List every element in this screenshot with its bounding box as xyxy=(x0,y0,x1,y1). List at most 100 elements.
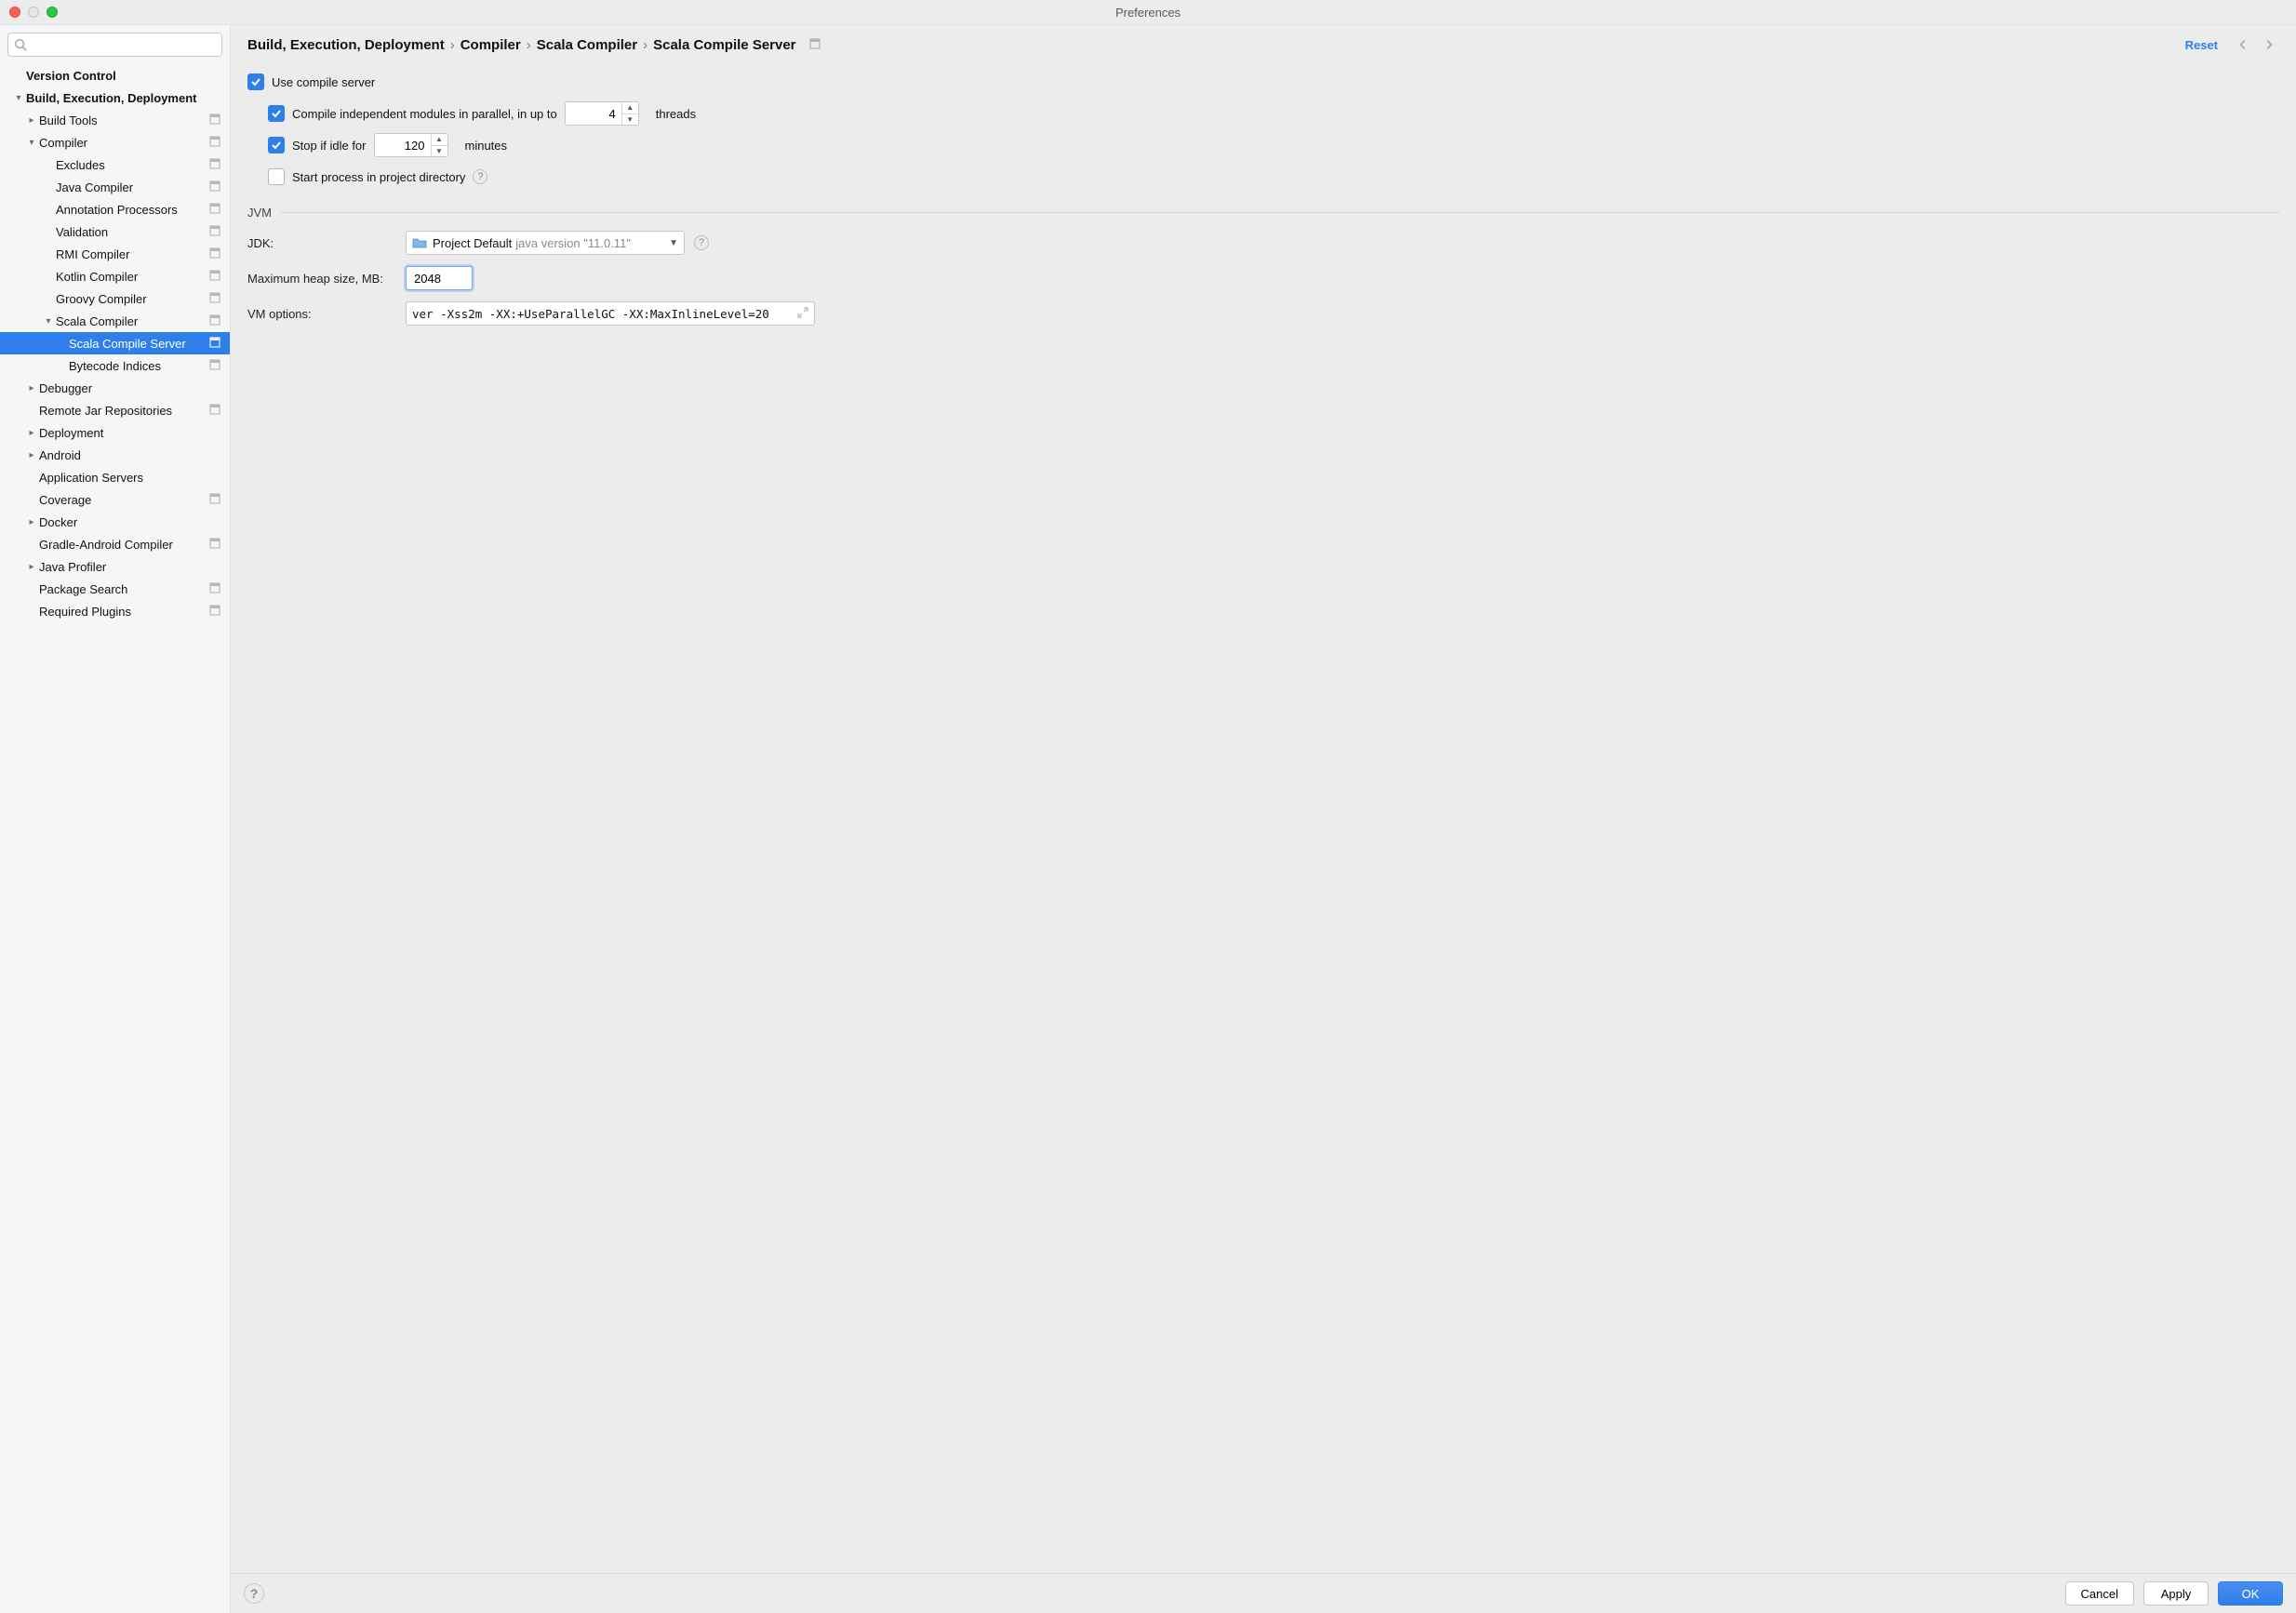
stop-if-idle-checkbox[interactable] xyxy=(268,137,285,153)
heap-label: Maximum heap size, MB: xyxy=(247,272,406,286)
tree-item-rmi-compiler[interactable]: RMI Compiler xyxy=(0,243,230,265)
heap-size-input[interactable] xyxy=(406,266,473,290)
chevron-down-icon[interactable]: ▾ xyxy=(13,92,24,103)
tree-item-build-execution-deployment[interactable]: ▾Build, Execution, Deployment xyxy=(0,87,230,109)
window-close-button[interactable] xyxy=(9,7,20,18)
chevron-right-icon: › xyxy=(450,37,455,53)
compile-parallel-label-prefix: Compile independent modules in parallel,… xyxy=(292,107,557,121)
stepper-down-icon[interactable]: ▼ xyxy=(432,146,447,157)
compile-parallel-threads-input[interactable] xyxy=(566,102,621,125)
chevron-down-icon[interactable]: ▾ xyxy=(43,315,54,327)
breadcrumb-item[interactable]: Scala Compiler xyxy=(537,37,637,53)
tree-item-bytecode-indices[interactable]: Bytecode Indices xyxy=(0,354,230,377)
reset-link[interactable]: Reset xyxy=(2185,38,2218,52)
compile-parallel-checkbox[interactable] xyxy=(268,105,285,122)
tree-item-groovy-compiler[interactable]: Groovy Compiler xyxy=(0,287,230,310)
vm-options-input[interactable]: ver -Xss2m -XX:+UseParallelGC -XX:MaxInl… xyxy=(406,301,815,326)
settings-tree: Version Control ▾Build, Execution, Deplo… xyxy=(0,64,230,1613)
project-scope-icon xyxy=(209,404,220,418)
forward-button[interactable] xyxy=(2259,34,2279,55)
stepper-up-icon[interactable]: ▲ xyxy=(622,102,638,114)
start-in-project-dir-checkbox[interactable] xyxy=(268,168,285,185)
vm-options-value: ver -Xss2m -XX:+UseParallelGC -XX:MaxInl… xyxy=(412,307,794,321)
jdk-combo[interactable]: Project Default java version "11.0.11" ▼ xyxy=(406,231,685,255)
project-scope-icon xyxy=(209,113,220,127)
breadcrumb-item[interactable]: Build, Execution, Deployment xyxy=(247,37,445,53)
search-icon xyxy=(14,38,27,51)
jdk-value-detail: java version "11.0.11" xyxy=(515,236,669,250)
dialog-footer: ? Cancel Apply OK xyxy=(231,1573,2296,1613)
project-scope-icon xyxy=(209,203,220,217)
help-icon[interactable]: ? xyxy=(473,169,487,184)
project-scope-icon xyxy=(209,225,220,239)
tree-item-version-control[interactable]: Version Control xyxy=(0,64,230,87)
chevron-right-icon: › xyxy=(527,37,531,53)
chevron-right-icon[interactable]: ▸ xyxy=(26,561,37,572)
start-in-project-dir-label: Start process in project directory xyxy=(292,170,465,184)
jdk-label: JDK: xyxy=(247,236,406,250)
stop-if-idle-minutes-spinner[interactable]: ▲▼ xyxy=(374,133,448,157)
chevron-right-icon[interactable]: ▸ xyxy=(26,382,37,393)
tree-item-deployment[interactable]: ▸Deployment xyxy=(0,421,230,444)
search-input[interactable] xyxy=(7,33,222,57)
ok-button[interactable]: OK xyxy=(2218,1581,2283,1606)
breadcrumb-current: Scala Compile Server xyxy=(653,37,795,53)
compile-parallel-threads-spinner[interactable]: ▲▼ xyxy=(565,101,639,126)
tree-item-required-plugins[interactable]: Required Plugins xyxy=(0,600,230,622)
tree-item-kotlin-compiler[interactable]: Kotlin Compiler xyxy=(0,265,230,287)
jvm-section-title: JVM xyxy=(247,206,272,220)
tree-item-annotation-processors[interactable]: Annotation Processors xyxy=(0,198,230,220)
tree-item-package-search[interactable]: Package Search xyxy=(0,578,230,600)
window-zoom-button[interactable] xyxy=(47,7,58,18)
stepper-down-icon[interactable]: ▼ xyxy=(622,114,638,126)
use-compile-server-checkbox[interactable] xyxy=(247,73,264,90)
help-icon[interactable]: ? xyxy=(694,235,709,250)
chevron-right-icon[interactable]: ▸ xyxy=(26,449,37,460)
breadcrumb-item[interactable]: Compiler xyxy=(461,37,521,53)
breadcrumb: Build, Execution, Deployment › Compiler … xyxy=(247,37,2180,53)
stop-if-idle-label-prefix: Stop if idle for xyxy=(292,139,367,153)
project-scope-icon xyxy=(209,292,220,306)
tree-item-docker[interactable]: ▸Docker xyxy=(0,511,230,533)
cancel-button[interactable]: Cancel xyxy=(2065,1581,2134,1606)
apply-button[interactable]: Apply xyxy=(2143,1581,2209,1606)
tree-item-coverage[interactable]: Coverage xyxy=(0,488,230,511)
tree-item-java-profiler[interactable]: ▸Java Profiler xyxy=(0,555,230,578)
tree-item-gradle-android-compiler[interactable]: Gradle-Android Compiler xyxy=(0,533,230,555)
tree-item-java-compiler[interactable]: Java Compiler xyxy=(0,176,230,198)
back-button[interactable] xyxy=(2233,34,2253,55)
content-pane: Build, Execution, Deployment › Compiler … xyxy=(231,25,2296,1613)
jdk-value-main: Project Default xyxy=(433,236,512,250)
project-scope-icon xyxy=(209,538,220,552)
project-scope-icon xyxy=(209,314,220,328)
divider xyxy=(281,212,2279,213)
stepper-up-icon[interactable]: ▲ xyxy=(432,134,447,146)
tree-item-android[interactable]: ▸Android xyxy=(0,444,230,466)
compile-parallel-label-suffix: threads xyxy=(656,107,696,121)
tree-item-excludes[interactable]: Excludes xyxy=(0,153,230,176)
project-scope-icon xyxy=(209,582,220,596)
window-minimize-button[interactable] xyxy=(28,7,39,18)
chevron-right-icon: › xyxy=(643,37,647,53)
tree-item-debugger[interactable]: ▸Debugger xyxy=(0,377,230,399)
vm-options-label: VM options: xyxy=(247,307,406,321)
chevron-down-icon[interactable]: ▾ xyxy=(26,137,37,148)
project-scope-icon xyxy=(209,605,220,619)
tree-item-build-tools[interactable]: ▸Build Tools xyxy=(0,109,230,131)
chevron-right-icon[interactable]: ▸ xyxy=(26,427,37,438)
window-title: Preferences xyxy=(1115,6,1181,20)
folder-icon xyxy=(412,237,427,248)
tree-item-application-servers[interactable]: Application Servers xyxy=(0,466,230,488)
tree-item-scala-compile-server[interactable]: Scala Compile Server xyxy=(0,332,230,354)
tree-item-compiler[interactable]: ▾Compiler xyxy=(0,131,230,153)
chevron-right-icon[interactable]: ▸ xyxy=(26,114,37,126)
chevron-right-icon[interactable]: ▸ xyxy=(26,516,37,527)
tree-item-scala-compiler[interactable]: ▾Scala Compiler xyxy=(0,310,230,332)
expand-icon[interactable] xyxy=(797,307,808,321)
stop-if-idle-minutes-input[interactable] xyxy=(375,134,431,156)
stop-if-idle-label-suffix: minutes xyxy=(465,139,508,153)
tree-item-validation[interactable]: Validation xyxy=(0,220,230,243)
help-button[interactable]: ? xyxy=(244,1583,264,1604)
sidebar: Version Control ▾Build, Execution, Deplo… xyxy=(0,25,231,1613)
tree-item-remote-jar-repositories[interactable]: Remote Jar Repositories xyxy=(0,399,230,421)
